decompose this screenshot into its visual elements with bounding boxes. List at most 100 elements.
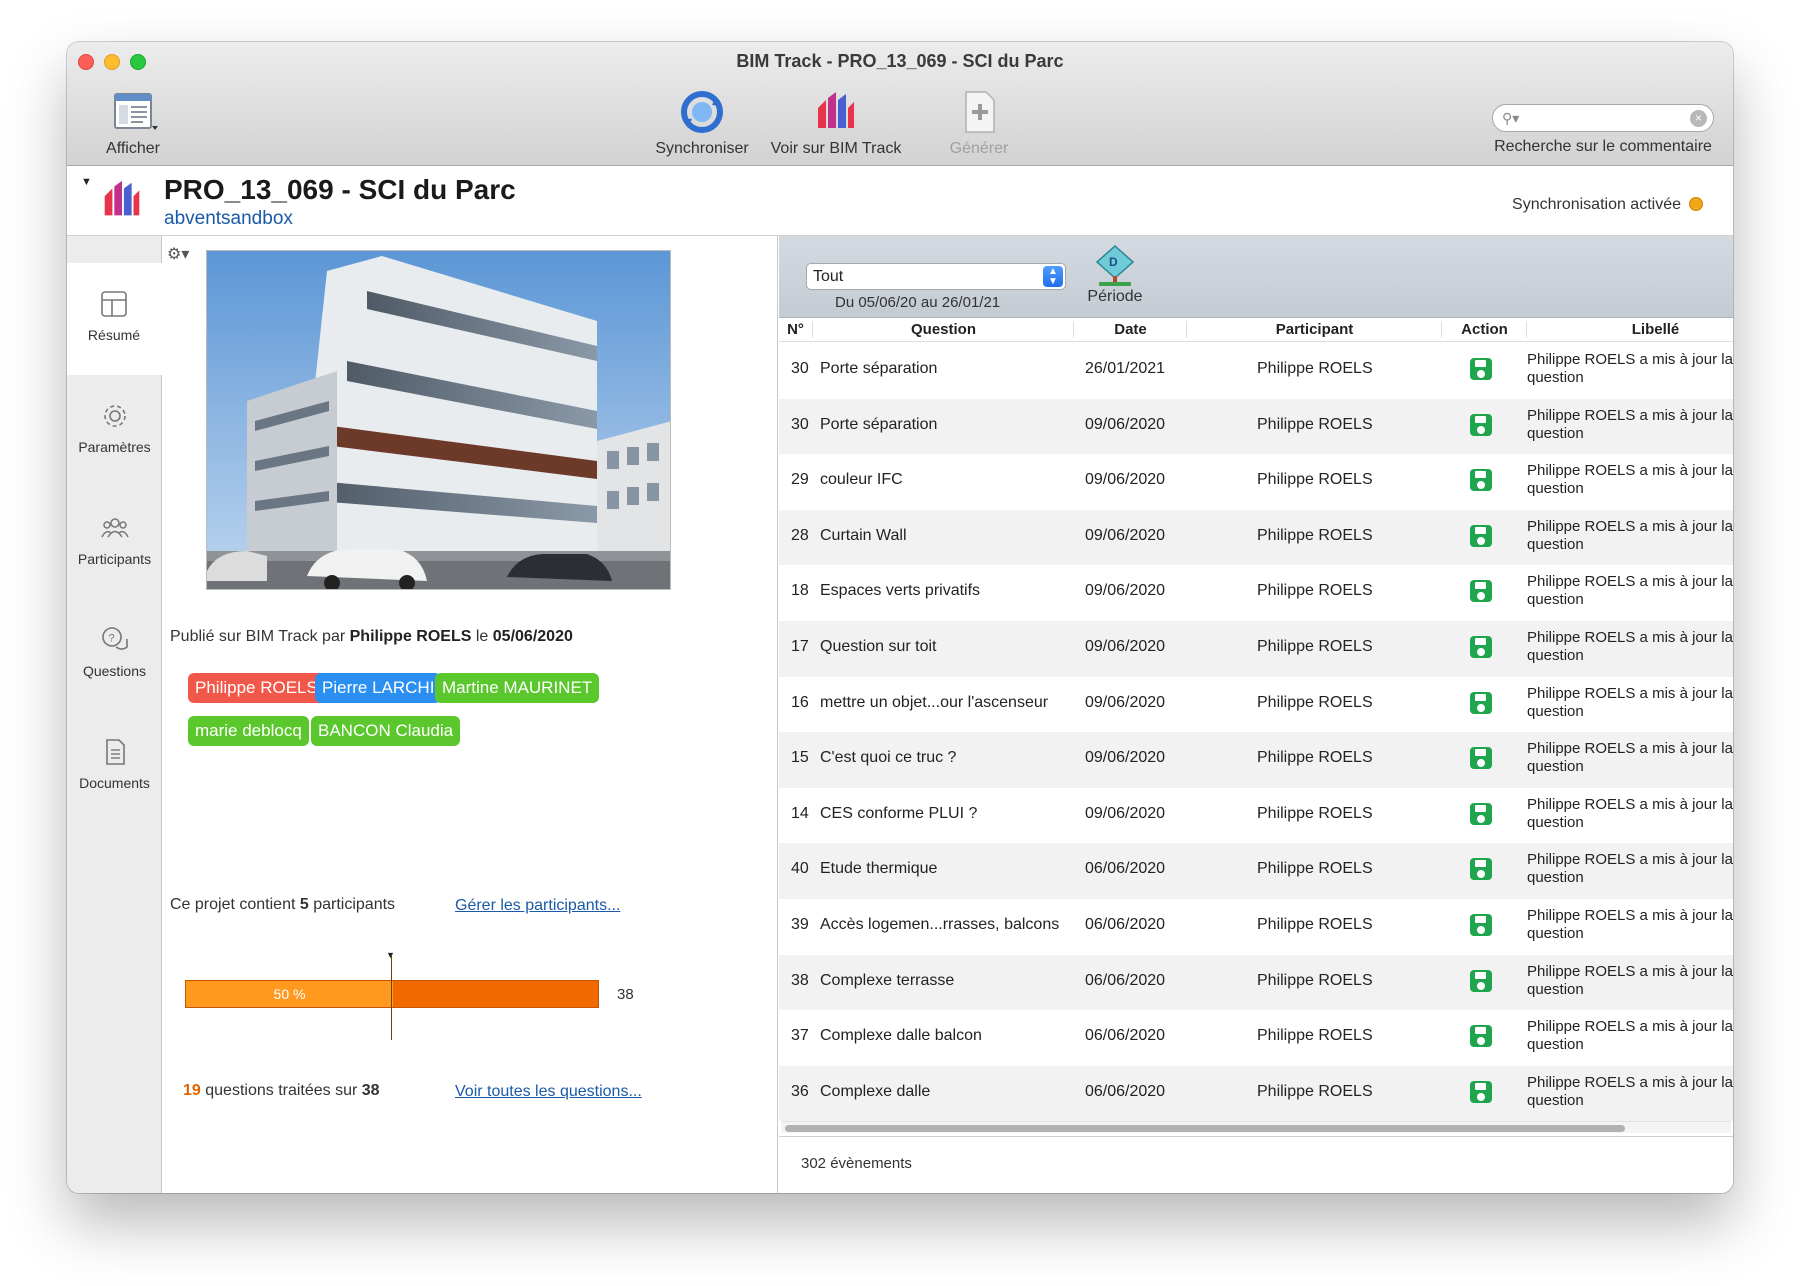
- filter-bar: Tout ▲ ▼ Du 05/06/20 au 26/01/21 D Périod…: [779, 236, 1733, 318]
- progress-label: 50 %: [273, 986, 306, 1002]
- column-header-number[interactable]: N°: [779, 321, 813, 338]
- cell-label: Philippe ROELS a mis à jour la question: [1527, 684, 1733, 720]
- cell-participant: Philippe ROELS: [1257, 637, 1373, 655]
- project-title: PRO_13_069 - SCI du Parc: [164, 174, 516, 205]
- nav-item-resume[interactable]: Résumé: [67, 263, 162, 375]
- filter-select[interactable]: Tout ▲ ▼: [806, 263, 1066, 290]
- period-filter-icon: D: [1093, 244, 1137, 288]
- table-row[interactable]: 15 C'est quoi ce truc ? 09/06/2020 Philippe…: [779, 732, 1733, 788]
- table-row[interactable]: 18 Espaces verts privatifs 09/06/2020 Phili…: [779, 565, 1733, 621]
- nav-item-participants[interactable]: Participants: [67, 487, 162, 599]
- table-row[interactable]: 29 couleur IFC 09/06/2020 Philippe ROELS Phi…: [779, 454, 1733, 510]
- project-account[interactable]: abventsandbox: [164, 208, 293, 230]
- participant-tag[interactable]: Philippe ROELS: [188, 673, 325, 703]
- afficher-label: Afficher: [106, 140, 160, 157]
- generer-button[interactable]: Générer: [929, 88, 1029, 158]
- document-icon: [100, 737, 130, 767]
- select-arrows-icon: ▲ ▼: [1043, 266, 1063, 287]
- gear-menu-icon[interactable]: ⚙▾: [167, 244, 189, 264]
- all-questions-link[interactable]: Voir toutes les questions...: [455, 1083, 642, 1101]
- nav-item-parametres[interactable]: Paramètres: [67, 375, 162, 487]
- clear-search-icon[interactable]: ×: [1690, 110, 1707, 127]
- published-by: Philippe ROELS: [349, 628, 472, 645]
- participant-tag[interactable]: Pierre LARCHI: [315, 673, 442, 703]
- bimtrack-logo-icon: [810, 88, 862, 136]
- nav-label-participants: Participants: [77, 551, 152, 567]
- cell-question: Curtain Wall: [820, 526, 907, 544]
- summary-panel: ⚙▾ Publié sur BIM Track par Philippe ROE…: [163, 236, 778, 1193]
- table-row[interactable]: 36 Complexe dalle 06/06/2020 Philippe ROELS…: [779, 1065, 1733, 1121]
- people-icon: [100, 513, 130, 543]
- count-suffix: participants: [313, 896, 396, 913]
- nav-item-questions[interactable]: ? Questions: [67, 599, 162, 711]
- horizontal-scrollbar[interactable]: [781, 1121, 1731, 1133]
- count-prefix: Ce projet contient: [170, 896, 296, 913]
- cell-question: C'est quoi ce truc ?: [820, 749, 957, 767]
- column-header-participant[interactable]: Participant: [1188, 321, 1442, 338]
- cell-label: Philippe ROELS a mis à jour la question: [1527, 351, 1733, 386]
- manage-participants-link[interactable]: Gérer les participants...: [455, 897, 620, 915]
- event-count: 302 évènements: [801, 1155, 912, 1172]
- column-header-question[interactable]: Question: [814, 321, 1074, 338]
- sync-indicator-icon: [1689, 197, 1703, 211]
- cell-number: 18: [791, 582, 809, 600]
- cell-participant: Philippe ROELS: [1257, 915, 1373, 933]
- cell-date: 06/06/2020: [1085, 1082, 1166, 1100]
- table-row[interactable]: 28 Curtain Wall 09/06/2020 Philippe ROELS Ph…: [779, 509, 1733, 566]
- cell-participant: Philippe ROELS: [1257, 860, 1373, 878]
- period-button[interactable]: D Période: [1082, 244, 1148, 306]
- period-label: Période: [1087, 288, 1143, 305]
- cell-date: 09/06/2020: [1085, 415, 1166, 433]
- column-header-label[interactable]: Libellé: [1528, 321, 1733, 338]
- view-layout-icon: [107, 88, 159, 136]
- horizontal-scroll-thumb[interactable]: [785, 1125, 1625, 1132]
- table-row[interactable]: 30 Porte séparation 09/06/2020 Philippe ROE…: [779, 398, 1733, 455]
- save-action-icon: [1470, 469, 1492, 492]
- disclosure-triangle-icon[interactable]: ▼: [81, 176, 92, 188]
- table-row[interactable]: 37 Complexe dalle balcon 06/06/2020 Philipp…: [779, 1010, 1733, 1066]
- cell-question: mettre un objet...our l'ascenseur: [820, 693, 1049, 711]
- table-row[interactable]: 40 Etude thermique 06/06/2020 Philippe ROEL…: [779, 843, 1733, 899]
- cell-label: Philippe ROELS a mis à jour la question: [1527, 628, 1733, 664]
- cell-number: 16: [791, 693, 809, 711]
- sync-status: Synchronisation activée: [1512, 196, 1703, 214]
- synchroniser-button[interactable]: Synchroniser: [652, 88, 752, 158]
- cell-label: Philippe ROELS a mis à jour la question: [1527, 906, 1733, 942]
- bimtrack-project-logo: [97, 176, 147, 224]
- column-header-date[interactable]: Date: [1075, 321, 1187, 338]
- table-header: N° Question Date Participant Action Libe…: [779, 318, 1733, 342]
- new-document-icon: [953, 88, 1005, 136]
- cell-number: 30: [791, 360, 809, 377]
- table-row[interactable]: 14 CES conforme PLUI ? 09/06/2020 Philippe …: [779, 788, 1733, 844]
- svg-text:?: ?: [108, 633, 114, 645]
- column-header-action[interactable]: Action: [1443, 321, 1527, 338]
- participant-tag[interactable]: marie deblocq: [188, 716, 309, 746]
- table-row[interactable]: 38 Complexe terrasse 06/06/2020 Philippe RO…: [779, 954, 1733, 1011]
- save-action-icon: [1470, 913, 1492, 936]
- table-row[interactable]: 17 Question sur toit 09/06/2020 Philippe RO…: [779, 620, 1733, 677]
- afficher-button[interactable]: Afficher: [93, 88, 173, 158]
- cell-participant: Philippe ROELS: [1257, 1082, 1373, 1100]
- table-row[interactable]: 16 mettre un objet...our l'ascenseur 09/06…: [779, 677, 1733, 733]
- participant-tag[interactable]: BANCON Claudia: [311, 716, 461, 746]
- cell-participant: Philippe ROELS: [1257, 360, 1373, 377]
- treated-count: 19: [183, 1082, 201, 1099]
- app-window: BIM Track - PRO_13_069 - SCI du Parc Aff…: [67, 42, 1733, 1193]
- cell-participant: Philippe ROELS: [1257, 415, 1373, 433]
- cell-date: 09/06/2020: [1085, 582, 1166, 600]
- voir-sur-bimtrack-button[interactable]: Voir sur BIM Track: [767, 88, 905, 158]
- cell-number: 29: [791, 471, 809, 489]
- cell-participant: Philippe ROELS: [1257, 749, 1373, 767]
- nav-label-resume: Résumé: [87, 327, 141, 343]
- cell-label: Philippe ROELS a mis à jour la question: [1527, 851, 1733, 887]
- event-table-body: 30 Porte séparation 26/01/2021 Philippe ROE…: [779, 343, 1733, 1121]
- window-toolbar: BIM Track - PRO_13_069 - SCI du Parc Aff…: [67, 42, 1733, 166]
- nav-item-documents[interactable]: Documents: [67, 711, 162, 823]
- table-row[interactable]: 30 Porte séparation 26/01/2021 Philippe ROE…: [779, 343, 1733, 399]
- cell-label: Philippe ROELS a mis à jour la question: [1527, 1018, 1733, 1054]
- save-action-icon: [1470, 969, 1492, 992]
- comment-search-input[interactable]: ⚲▾ ×: [1492, 104, 1714, 132]
- table-row[interactable]: 39 Accès logemen...rrasses, balcons 06/06/…: [779, 899, 1733, 955]
- cell-number: 17: [791, 637, 809, 655]
- participant-tag[interactable]: Martine MAURINET: [435, 673, 600, 703]
